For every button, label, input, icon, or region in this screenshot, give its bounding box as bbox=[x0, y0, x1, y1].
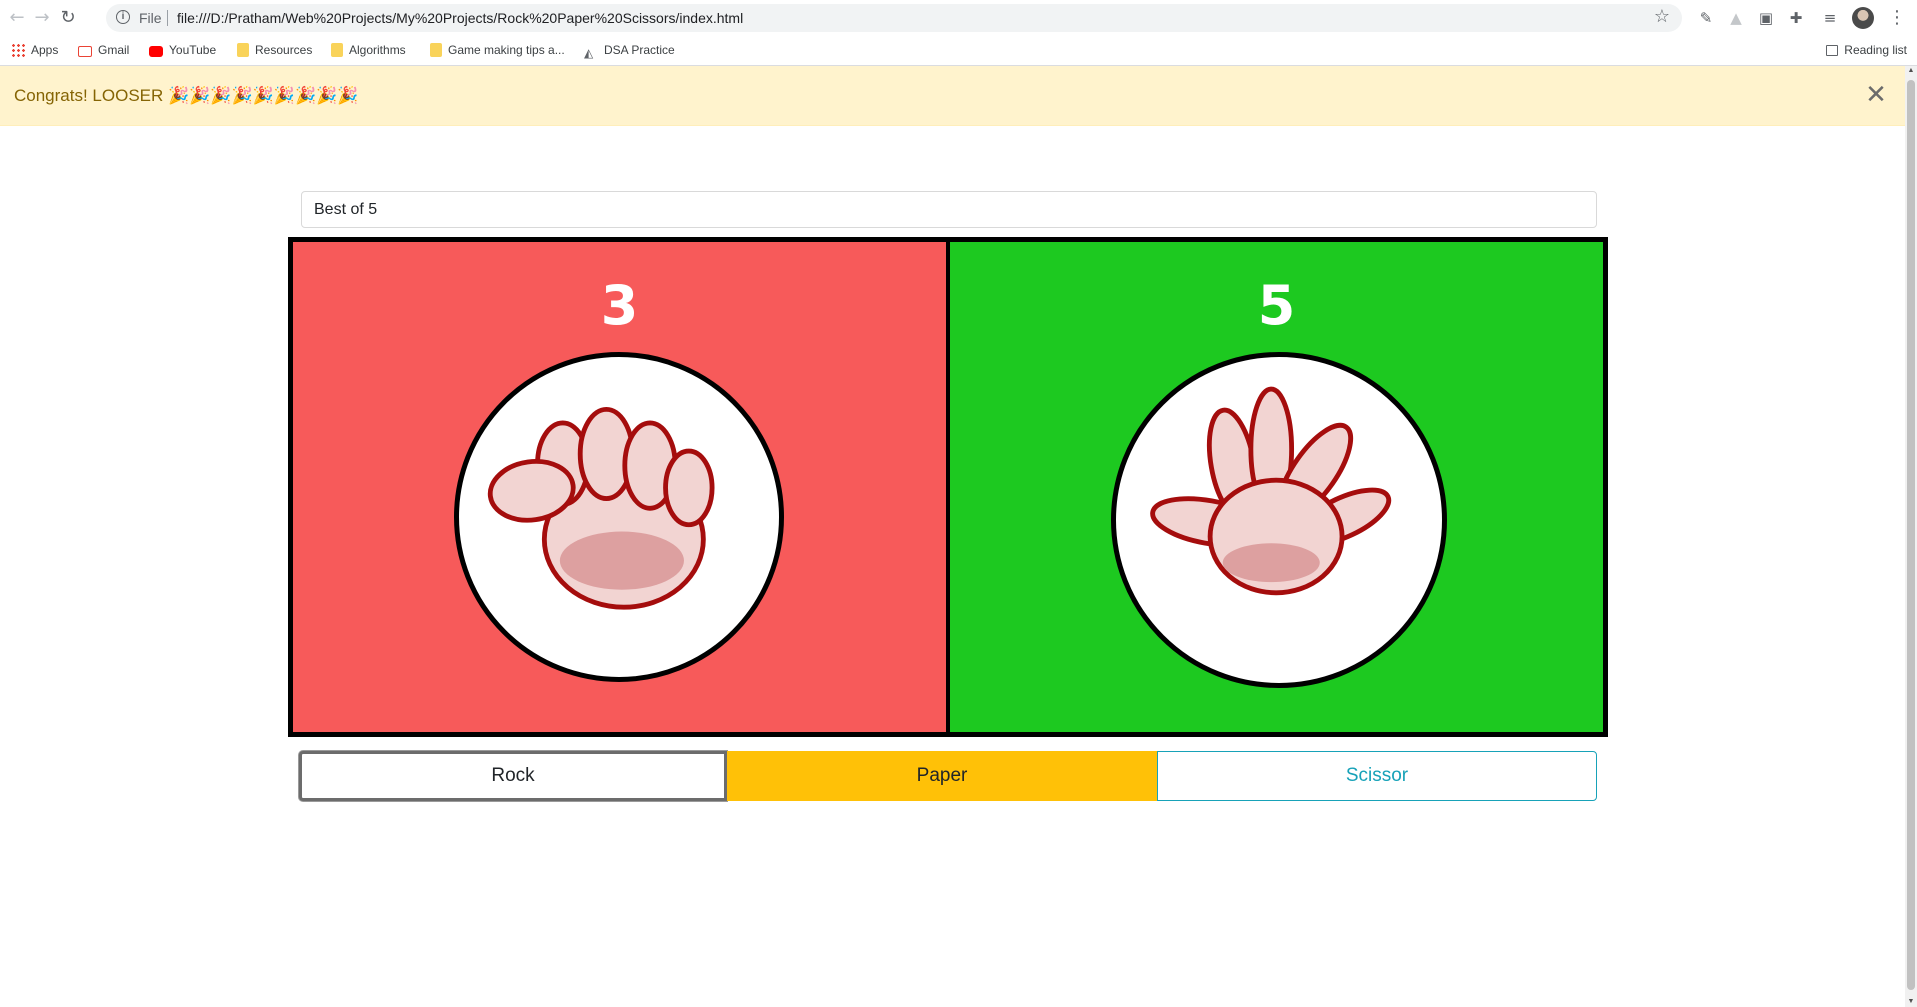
puzzle-extension-icon[interactable]: ✚ bbox=[1786, 8, 1806, 28]
bookmark-label: Gmail bbox=[98, 43, 130, 57]
player-panel: 3 bbox=[293, 242, 950, 732]
result-alert: Congrats! LOOSER 🎉🎉🎉🎉🎉🎉🎉🎉🎉 ✕ bbox=[0, 66, 1905, 126]
browser-toolbar: ← → ↻ i File file:///D:/Pratham/Web%20Pr… bbox=[0, 0, 1917, 36]
folder-icon bbox=[237, 43, 249, 57]
apps-grid-icon bbox=[11, 43, 25, 57]
triangle-extension-icon[interactable]: ▲ bbox=[1726, 8, 1746, 28]
page-viewport: Congrats! LOOSER 🎉🎉🎉🎉🎉🎉🎉🎉🎉 ✕ Best of 5 3 bbox=[0, 66, 1905, 1007]
alert-message-text: Congrats! LOOSER bbox=[14, 86, 164, 105]
scissor-button[interactable]: Scissor bbox=[1157, 751, 1597, 801]
bookmark-label: Algorithms bbox=[349, 43, 406, 57]
bookmark-gmail[interactable]: Gmail bbox=[78, 43, 129, 59]
vertical-scrollbar[interactable]: ▲ ▼ bbox=[1905, 66, 1917, 1007]
computer-hand bbox=[1111, 352, 1447, 688]
rock-fist-icon bbox=[487, 406, 715, 610]
bookmark-algorithms[interactable]: Algorithms bbox=[331, 43, 406, 59]
bookmark-label: YouTube bbox=[169, 43, 217, 57]
close-icon[interactable]: ✕ bbox=[1861, 80, 1891, 110]
paper-button[interactable]: Paper bbox=[727, 751, 1157, 801]
folder-icon bbox=[430, 43, 442, 57]
computer-panel: 5 bbox=[950, 242, 1603, 732]
choice-button-group: Rock Paper Scissor bbox=[299, 751, 1597, 801]
profile-avatar[interactable] bbox=[1852, 7, 1874, 29]
back-arrow-icon[interactable]: ← bbox=[5, 6, 29, 30]
bookmark-label: Apps bbox=[31, 43, 59, 57]
player-hand bbox=[454, 352, 784, 682]
url-text[interactable]: file:///D:/Pratham/Web%20Projects/My%20P… bbox=[177, 10, 743, 26]
rock-button[interactable]: Rock bbox=[299, 751, 727, 801]
bookmark-dsa-practice[interactable]: ◭ DSA Practice bbox=[584, 43, 675, 60]
bookmark-youtube[interactable]: YouTube bbox=[149, 43, 216, 59]
playlist-icon[interactable]: ≡ bbox=[1820, 8, 1840, 28]
scroll-up-arrow-icon[interactable]: ▲ bbox=[1907, 66, 1915, 76]
youtube-icon bbox=[149, 46, 163, 57]
bookmark-label: Game making tips a... bbox=[448, 43, 565, 57]
bookmark-label: Resources bbox=[255, 43, 313, 57]
bookmarks-bar: Apps Gmail YouTube Resources Algorithms … bbox=[0, 36, 1917, 66]
chart-icon: ◭ bbox=[584, 46, 594, 60]
alert-message: Congrats! LOOSER 🎉🎉🎉🎉🎉🎉🎉🎉🎉 bbox=[14, 86, 359, 106]
bookmark-game-tips[interactable]: Game making tips a... bbox=[430, 43, 565, 59]
scheme-label: File bbox=[139, 10, 162, 26]
bookmark-label: DSA Practice bbox=[604, 43, 675, 57]
bookmark-resources[interactable]: Resources bbox=[237, 43, 312, 59]
game-arena: 3 5 bbox=[288, 237, 1608, 737]
reading-list-label: Reading list bbox=[1844, 43, 1907, 57]
player-score: 3 bbox=[600, 274, 639, 337]
reading-list-button[interactable]: Reading list bbox=[1826, 43, 1907, 57]
scroll-thumb[interactable] bbox=[1907, 80, 1915, 990]
bookmark-star-icon[interactable]: ☆ bbox=[1654, 6, 1670, 27]
pen-extension-icon[interactable]: ✎ bbox=[1696, 8, 1716, 28]
folder-icon bbox=[331, 43, 343, 57]
address-divider bbox=[167, 10, 168, 26]
media-extension-icon[interactable]: ▣ bbox=[1756, 8, 1776, 28]
forward-arrow-icon[interactable]: → bbox=[30, 6, 54, 30]
reload-icon[interactable]: ↻ bbox=[56, 6, 80, 30]
computer-score: 5 bbox=[1257, 274, 1296, 337]
paper-hand-icon bbox=[1150, 386, 1392, 596]
best-of-select[interactable]: Best of 5 bbox=[301, 191, 1597, 228]
address-bar[interactable]: i File file:///D:/Pratham/Web%20Projects… bbox=[106, 4, 1682, 32]
gmail-icon bbox=[78, 46, 92, 57]
menu-dots-icon[interactable]: ⋮ bbox=[1888, 6, 1906, 30]
bookmark-apps[interactable]: Apps bbox=[11, 43, 58, 59]
info-icon[interactable]: i bbox=[116, 10, 130, 24]
scroll-down-arrow-icon[interactable]: ▼ bbox=[1907, 997, 1915, 1007]
party-popper-icons: 🎉🎉🎉🎉🎉🎉🎉🎉🎉 bbox=[168, 86, 359, 106]
reading-list-icon bbox=[1826, 45, 1839, 56]
